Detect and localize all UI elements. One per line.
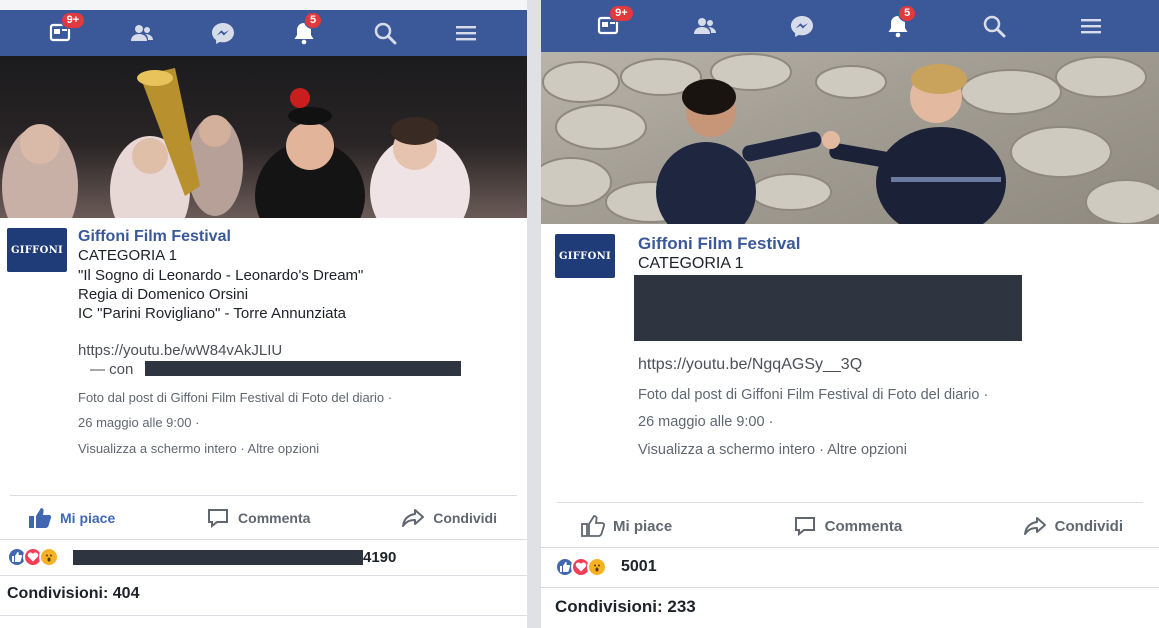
photo-stage-children [2, 68, 470, 218]
photo-source[interactable]: Foto dal post di Giffoni Film Festival d… [78, 390, 392, 405]
post-line-3: Regia di Domenico Orsini [78, 286, 249, 303]
divider [0, 539, 527, 540]
comment-icon [208, 509, 229, 529]
menu-icon [1080, 19, 1101, 34]
reactions-summary[interactable]: 5001 [555, 557, 657, 577]
feed-badge: 9+ [609, 5, 634, 22]
feed-badge: 9+ [60, 12, 86, 29]
divider [10, 495, 517, 496]
post-line-1: CATEGORIA 1 [638, 255, 744, 272]
search-button[interactable] [365, 16, 405, 50]
post-timestamp[interactable]: 26 maggio alle 9:00 · [78, 415, 199, 430]
youtube-link[interactable]: https://youtu.be/NgqAGSy__3Q [638, 356, 862, 374]
share-icon [1023, 517, 1046, 535]
reactions-count: 5001 [621, 558, 657, 575]
messenger-button[interactable] [782, 9, 822, 43]
wow-reaction-icon [39, 547, 59, 567]
divider [541, 547, 1159, 548]
redacted-block [634, 275, 1022, 341]
notifications-badge: 5 [304, 12, 323, 29]
photo-source[interactable]: Foto dal post di Giffoni Film Festival d… [638, 387, 988, 403]
panel-divider [527, 0, 541, 628]
friends-button[interactable] [685, 9, 725, 43]
photo-options[interactable]: Visualizza a schermo intero · Altre opzi… [78, 441, 319, 456]
like-label: Mi piace [60, 510, 116, 526]
search-icon [984, 15, 1006, 38]
friends-button[interactable] [122, 16, 162, 50]
page-name-link[interactable]: Giffoni Film Festival [638, 234, 800, 254]
post-photo[interactable] [0, 56, 527, 218]
search-icon [374, 22, 397, 45]
reactions-count: 4190 [363, 548, 397, 566]
like-button[interactable]: Mi piace [581, 515, 672, 537]
like-label: Mi piace [613, 517, 673, 535]
redacted-names [73, 549, 363, 565]
logo-text: GIFFONI [558, 250, 612, 262]
right-screenshot: 9+ 5 GIFFONI Giffoni Film Festival CATEG… [541, 0, 1159, 628]
photo-two-boys-stone-wall [541, 53, 1159, 224]
messenger-button[interactable] [203, 16, 243, 50]
divider [0, 575, 527, 576]
notifications-button[interactable]: 5 [878, 5, 918, 43]
news-feed-button[interactable]: 9+ [41, 12, 86, 50]
friends-icon [130, 25, 153, 41]
wow-reaction-icon [587, 557, 607, 577]
post-line-1: CATEGORIA 1 [78, 247, 177, 264]
menu-button[interactable] [446, 16, 486, 50]
shares-count[interactable]: Condivisioni: 404 [7, 585, 139, 603]
top-nav-bar: 9+ 5 [541, 0, 1159, 52]
page-logo[interactable]: GIFFONI [555, 234, 615, 278]
shares-count[interactable]: Condivisioni: 233 [555, 597, 696, 617]
post-timestamp[interactable]: 26 maggio alle 9:00 · [638, 414, 773, 430]
share-icon [402, 509, 425, 527]
messenger-icon [211, 23, 234, 44]
friends-icon [694, 18, 717, 34]
divider [557, 502, 1143, 503]
share-button[interactable]: Condividi [1023, 515, 1123, 537]
comment-icon [794, 517, 815, 537]
share-label: Condividi [433, 510, 497, 526]
post-photo[interactable] [541, 52, 1159, 224]
comment-button[interactable]: Commenta [206, 507, 310, 529]
notifications-badge: 5 [898, 5, 917, 22]
divider [0, 615, 527, 616]
thumbs-up-icon [29, 508, 52, 528]
share-label: Condividi [1054, 517, 1123, 535]
redacted-block [145, 361, 461, 376]
page-name-link[interactable]: Giffoni Film Festival [78, 228, 231, 246]
thumbs-up-icon [581, 515, 605, 537]
youtube-link[interactable]: https://youtu.be/wW84vAkJLIU [78, 342, 282, 359]
news-feed-button[interactable]: 9+ [589, 5, 634, 43]
comment-label: Commenta [238, 510, 311, 526]
tagged-prefix: — con [90, 361, 134, 378]
like-button[interactable]: Mi piace [28, 507, 115, 529]
menu-icon [456, 26, 477, 41]
messenger-icon [790, 16, 813, 37]
status-strip [0, 0, 527, 10]
divider [541, 587, 1159, 588]
search-button[interactable] [974, 9, 1014, 43]
action-bar: Mi piace Commenta Condividi [28, 504, 497, 532]
post-line-2: "Il Sogno di Leonardo - Leonardo's Dream… [78, 267, 364, 284]
comment-button[interactable]: Commenta [793, 515, 903, 537]
top-nav-bar: 9+ 5 [0, 10, 527, 56]
comment-label: Commenta [824, 517, 903, 535]
menu-button[interactable] [1071, 9, 1111, 43]
photo-options[interactable]: Visualizza a schermo intero · Altre opzi… [638, 442, 907, 458]
reactions-summary[interactable]: 4190 [7, 547, 396, 567]
page-logo[interactable]: GIFFONI [7, 228, 67, 272]
post-line-4: IC "Parini Rovigliano" - Torre Annunziat… [78, 305, 347, 322]
share-button[interactable]: Condividi [401, 507, 497, 529]
left-screenshot: 9+ 5 GIFFONI Giffoni Film Festival CATEG… [0, 0, 527, 628]
notifications-button[interactable]: 5 [284, 12, 324, 50]
action-bar: Mi piace Commenta Condividi [581, 512, 1123, 540]
logo-text: GIFFONI [10, 244, 64, 256]
